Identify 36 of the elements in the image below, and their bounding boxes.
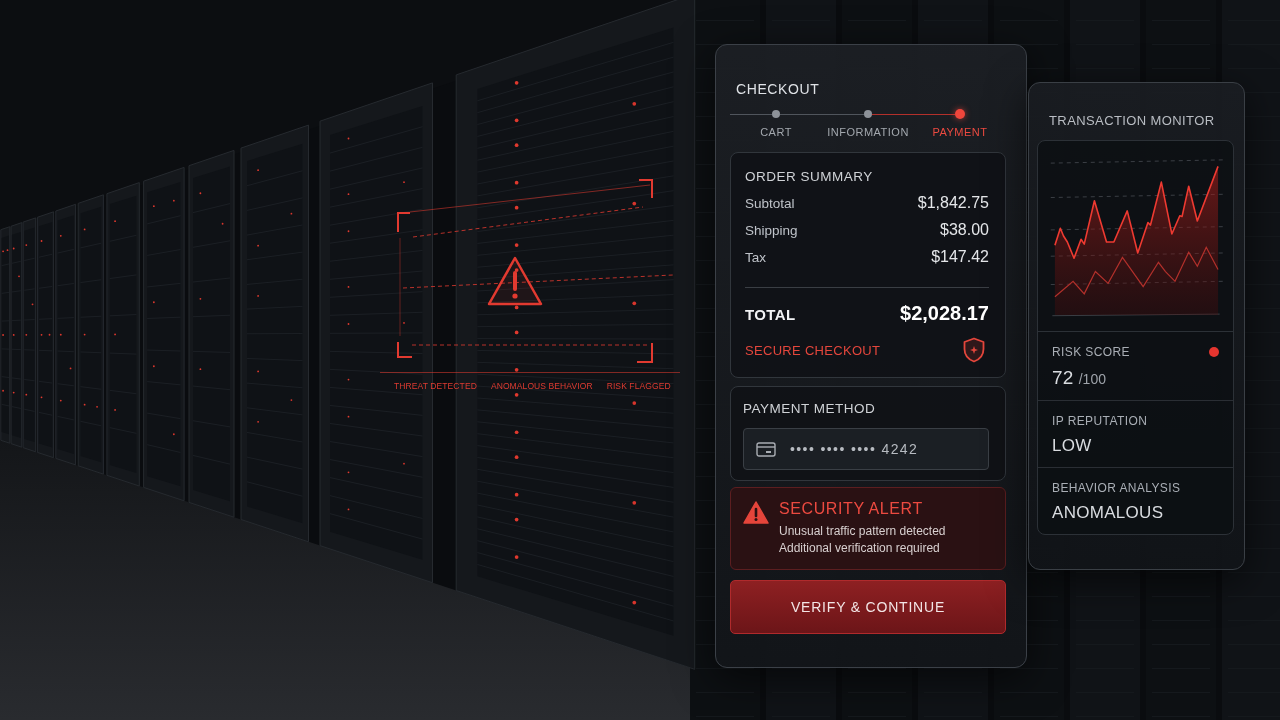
metric-label: RISK SCORE xyxy=(1052,345,1130,359)
section-title: ORDER SUMMARY xyxy=(745,169,874,184)
verify-continue-button[interactable]: VERIFY & CONTINUE xyxy=(730,580,1006,634)
line-label: Shipping xyxy=(745,223,798,238)
line-amount: $1,842.75 xyxy=(917,194,989,212)
line-amount: $147.42 xyxy=(931,248,989,266)
metric-value: 72 xyxy=(1052,367,1074,389)
alert-message: Additional verification required xyxy=(779,540,941,557)
checkout-step[interactable]: CART xyxy=(760,126,792,138)
metric-value: LOW xyxy=(1052,436,1092,456)
card-number-field[interactable]: •••• •••• •••• 4242 xyxy=(743,428,989,470)
threat-label: THREAT DETECTED xyxy=(394,381,477,391)
metric-value: ANOMALOUS xyxy=(1052,503,1164,523)
metric-label: BEHAVIOR ANALYSIS xyxy=(1052,481,1181,495)
total-label: TOTAL xyxy=(745,306,796,323)
status-dot-icon xyxy=(1209,347,1219,357)
metric-label: IP REPUTATION xyxy=(1052,414,1148,428)
metric-max: /100 xyxy=(1078,371,1106,387)
panel-title: CHECKOUT xyxy=(736,81,821,97)
credit-card-icon xyxy=(756,441,776,457)
total-amount: $2,028.17 xyxy=(900,302,989,325)
threat-label: RISK FLAGGED xyxy=(606,381,671,391)
shield-icon xyxy=(963,337,985,363)
alert-message: Unusual traffic pattern detected xyxy=(779,523,946,540)
section-title: PAYMENT METHOD xyxy=(743,401,877,416)
threat-label: ANOMALOUS BEHAVIOR xyxy=(490,381,593,391)
warning-icon xyxy=(487,256,543,306)
checkout-step[interactable]: INFORMATION xyxy=(827,126,909,138)
line-label: Tax xyxy=(745,250,766,265)
secure-checkout-label: SECURE CHECKOUT xyxy=(745,342,881,358)
line-label: Subtotal xyxy=(745,196,795,211)
panel-title: TRANSACTION MONITOR xyxy=(1049,113,1216,128)
alert-title: SECURITY ALERT xyxy=(779,500,924,518)
warning-icon xyxy=(743,501,769,524)
checkout-step[interactable]: PAYMENT xyxy=(932,126,988,138)
line-amount: $38.00 xyxy=(940,221,989,239)
